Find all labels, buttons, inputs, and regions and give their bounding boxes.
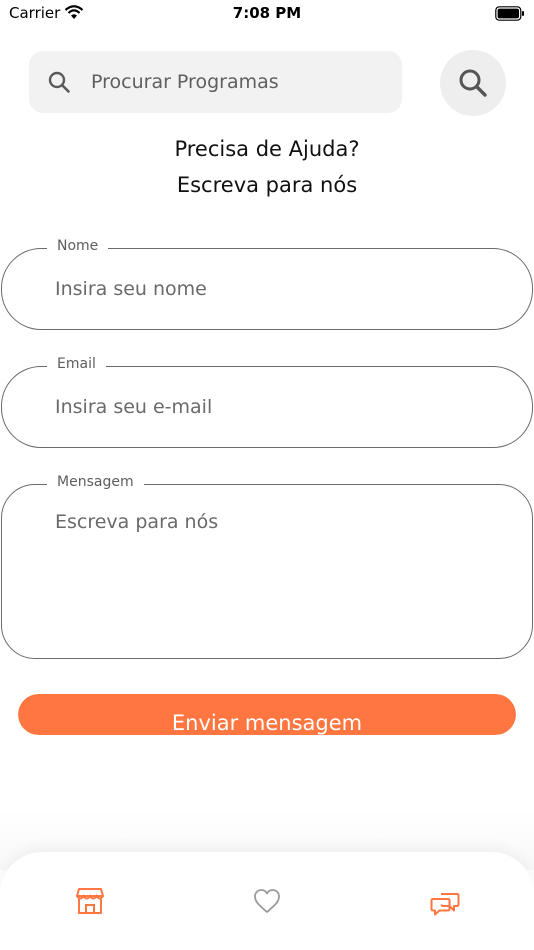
name-input[interactable] [55,275,495,303]
search-icon [459,69,487,97]
search-input[interactable] [91,51,391,113]
message-field[interactable]: Mensagem [1,474,533,659]
help-subheading: Escreva para nós [176,173,358,197]
help-heading: Precisa de Ajuda? [174,137,360,161]
chat-bubbles-icon[interactable] [430,886,460,916]
email-input[interactable] [55,393,495,421]
search-button[interactable] [440,50,506,116]
message-input[interactable] [55,511,495,631]
name-field[interactable]: Nome [1,238,533,330]
send-button-container: Enviar mensagem [18,694,516,735]
status-bar: Carrier 7:08 PM [0,0,534,30]
battery-icon [495,6,524,21]
search-box[interactable] [29,51,402,113]
email-label: Email [47,356,106,372]
name-label: Nome [47,238,109,254]
status-time: 7:08 PM [232,4,302,22]
search-icon [48,71,70,93]
send-message-button[interactable]: Enviar mensagem [18,694,516,735]
email-field[interactable]: Email [1,356,533,448]
store-icon[interactable] [75,886,105,916]
heart-icon[interactable] [252,886,282,916]
message-label: Mensagem [47,474,144,490]
tab-bar [0,852,534,950]
